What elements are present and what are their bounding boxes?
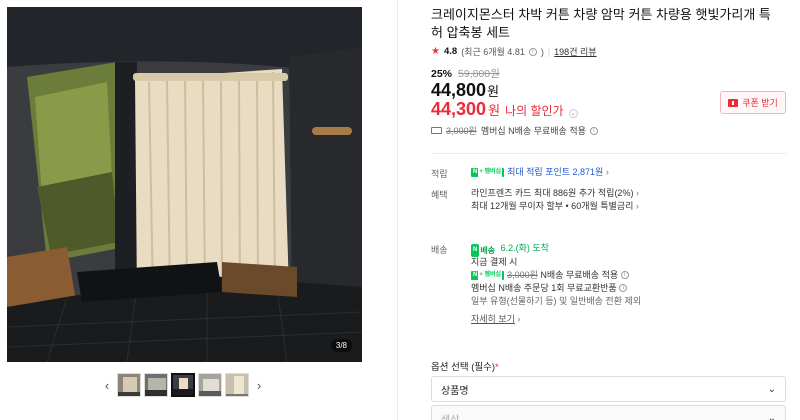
- info-icon[interactable]: i: [528, 47, 537, 56]
- option-select-product[interactable]: 상품명 ⌄: [431, 376, 786, 402]
- discount-percent: 25%: [431, 68, 453, 80]
- option-select-label: 옵션 선택 (필수)*: [431, 359, 499, 373]
- chevron-right-icon: ›: [605, 167, 609, 177]
- next-thumbnail-button[interactable]: ›: [252, 373, 266, 397]
- sale-price-unit: 원: [487, 84, 500, 99]
- chevron-down-icon[interactable]: ⌄: [568, 109, 578, 118]
- original-price: 59,800원: [458, 68, 500, 80]
- npay-badge-plus: + 멤버십: [478, 166, 503, 180]
- coupon-icon: [728, 98, 739, 107]
- thumbnail-strip: ‹ ›: [100, 372, 270, 398]
- chevron-down-icon: ⌄: [767, 412, 776, 420]
- delivery-fee-line: N + 멤버십 3,000원 N배송 무료배송 적용 i: [471, 268, 641, 282]
- info-icon[interactable]: i: [619, 284, 628, 293]
- thumbnail-1[interactable]: [117, 373, 141, 397]
- delivery-fee-strike: 3,000원: [507, 269, 538, 280]
- thumbnail-2[interactable]: [144, 373, 168, 397]
- exchange-line: 멤버십 N배송 주문당 1회 무료교환반품 i: [471, 282, 641, 295]
- my-discount-number: 44,300: [431, 99, 487, 119]
- prev-thumbnail-button[interactable]: ‹: [100, 373, 114, 397]
- option-label-text: 옵션 선택 (필수): [431, 362, 496, 373]
- rating-row: ★ 4.8 (최근 6개월 4.81 i) | 198건 리뷰: [431, 45, 597, 58]
- npay-membership-badge: N + 멤버십: [471, 166, 505, 180]
- thumbnail-image: [199, 374, 221, 396]
- my-discount-price[interactable]: 44,300 원 나의 할인가 ⌄: [431, 99, 578, 120]
- npay-membership-badge: N + 멤버십: [471, 268, 505, 282]
- more-details-link[interactable]: 자세히 보기: [471, 314, 515, 324]
- exchange-text: 멤버십 N배송 주문당 1회 무료교환반품: [471, 282, 617, 293]
- truck-icon: [431, 127, 442, 134]
- benefit-card-text: 라인프렌즈 카드 최대 886원 추가 적립(2%): [471, 188, 634, 198]
- npay-badge-n: N: [473, 271, 478, 278]
- chevron-down-icon: ⌄: [767, 383, 776, 395]
- product-gallery: 3/8 ‹ ›: [0, 0, 370, 420]
- review-count-link[interactable]: 198건 리뷰: [554, 45, 596, 58]
- thumbnail-image: [226, 374, 248, 396]
- benefit-card-line[interactable]: 라인프렌즈 카드 최대 886원 추가 적립(2%) ›: [471, 187, 639, 200]
- section-divider: [431, 153, 787, 154]
- arrival-date: 6.2.(화) 도착: [500, 243, 549, 253]
- info-icon[interactable]: i: [589, 126, 598, 135]
- delivery-label: 배송: [431, 245, 448, 255]
- rating-detail: (최근 6개월 4.81: [461, 47, 525, 57]
- points-label: 적립: [431, 169, 448, 179]
- max-points-link[interactable]: 최대 적립 포인트 2,871원: [507, 167, 603, 177]
- more-details-row[interactable]: 자세히 보기 ›: [471, 313, 641, 326]
- thumbnail-image: [118, 374, 140, 396]
- points-content[interactable]: N + 멤버십 최대 적립 포인트 2,871원 ›: [471, 166, 609, 180]
- required-marker: *: [495, 362, 499, 373]
- shipping-summary: 3,000원 멤버십 N배송 무료배송 적용 i: [431, 124, 598, 137]
- product-title: 크레이지몬스터 차박 커튼 차량 암막 커튼 차량용 햇빛가리개 특허 압축봉 …: [431, 7, 771, 40]
- my-discount-label: 나의 할인가: [505, 104, 564, 118]
- pay-today-text: 지금 결제 시: [471, 256, 518, 267]
- benefits-label: 혜택: [431, 190, 448, 200]
- chevron-right-icon: ›: [517, 313, 521, 324]
- rating-detail-close: ): [540, 46, 544, 57]
- my-discount-unit: 원: [488, 103, 501, 118]
- npay-badge-n: N: [473, 169, 478, 176]
- chevron-left-icon: ‹: [104, 377, 110, 393]
- coupon-button[interactable]: 쿠폰 받기: [720, 91, 786, 114]
- coupon-button-label: 쿠폰 받기: [742, 98, 778, 108]
- sale-price-number: 44,800: [431, 80, 487, 100]
- n-delivery-badge: N 배송: [471, 244, 495, 257]
- option-select-color-value: 색상: [441, 414, 460, 420]
- main-product-photo[interactable]: 3/8: [7, 7, 362, 362]
- column-divider: [397, 0, 398, 420]
- npay-badge-plus: + 멤버십: [478, 268, 503, 282]
- delivery-arrival-line: N 배송 6.2.(화) 도착: [471, 242, 641, 257]
- product-info-panel: 크레이지몬스터 차박 커튼 차량 암막 커튼 차량용 햇빛가리개 특허 압축봉 …: [431, 0, 791, 420]
- benefits-content: 라인프렌즈 카드 최대 886원 추가 적립(2%) › 최대 12개월 무이자…: [471, 187, 639, 213]
- chevron-right-icon: ›: [635, 201, 639, 211]
- shipping-fee-strike: 3,000원: [446, 126, 477, 136]
- benefit-installment-text: 최대 12개월 무이자 할부 • 60개월 특별금리: [471, 201, 634, 211]
- chevron-right-icon: ›: [635, 188, 639, 198]
- chevron-right-icon: ›: [256, 377, 262, 393]
- rating-score: 4.8: [443, 46, 458, 57]
- car-interior-curtain-image: [7, 7, 362, 362]
- delivery-content: N 배송 6.2.(화) 도착 지금 결제 시 N + 멤버십 3,000원 N배송 …: [471, 242, 641, 326]
- separator: |: [547, 46, 551, 57]
- exclusion-text: 일부 유형(선물하기 등) 및 일반배송 전환 제외: [471, 295, 642, 306]
- benefit-installment-line[interactable]: 최대 12개월 무이자 할부 • 60개월 특별금리 ›: [471, 200, 639, 213]
- shipping-summary-text: 멤버십 N배송 무료배송 적용: [480, 126, 586, 136]
- star-icon: ★: [431, 46, 440, 57]
- delivery-fee-text: N배송 무료배송 적용: [540, 269, 619, 280]
- thumbnail-5[interactable]: [225, 373, 249, 397]
- info-icon[interactable]: i: [620, 271, 629, 280]
- thumbnail-3-active[interactable]: [171, 373, 195, 397]
- discount-row: 25% 59,800원: [431, 66, 500, 81]
- option-select-color[interactable]: 색상 ⌄: [431, 405, 786, 420]
- photo-counter: 3/8: [330, 339, 352, 352]
- sale-price: 44,800 원: [431, 80, 499, 101]
- thumbnail-image: [145, 374, 167, 396]
- option-select-product-value: 상품명: [441, 385, 469, 397]
- thumbnail-4[interactable]: [198, 373, 222, 397]
- thumbnail-image: [173, 375, 193, 395]
